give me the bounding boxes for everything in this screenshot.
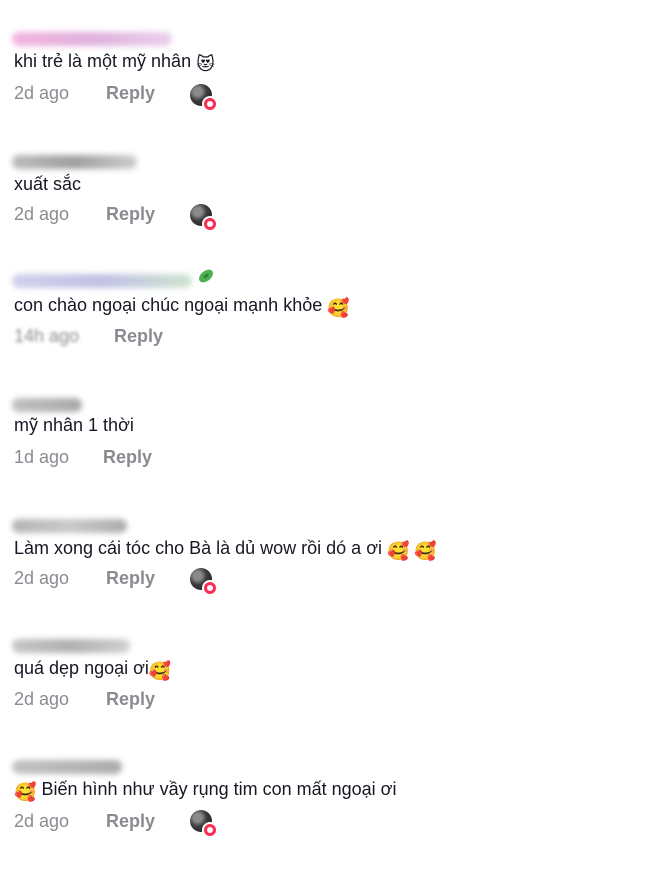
comment-item: con chào ngoại chúc ngoại mạnh khỏe 🥰 14…: [0, 269, 660, 395]
comment-text: quá dẹp ngoại ơi🥰: [14, 657, 171, 682]
comment-meta: 1d ago Reply: [14, 446, 614, 470]
comment-meta: 2d ago Reply: [14, 567, 614, 591]
reply-button[interactable]: Reply: [106, 203, 155, 225]
comment-text: Làm xong cái tóc cho Bà là dủ wow rồi dó…: [14, 537, 437, 562]
comment-meta: 2d ago Reply: [14, 688, 614, 712]
username-blurred[interactable]: [12, 274, 192, 288]
comment-text: con chào ngoại chúc ngoại mạnh khỏe 🥰: [14, 294, 350, 319]
username-blurred[interactable]: [12, 32, 172, 46]
comment-text: 🥰 Biến hình như vầy rụng tim con mất ngo…: [14, 778, 396, 803]
reply-button[interactable]: Reply: [106, 688, 155, 710]
heart-icon: [202, 96, 218, 112]
username-blurred[interactable]: [12, 760, 122, 774]
comment-meta: 2d ago Reply: [14, 203, 614, 227]
comment-text: xuất sắc: [14, 173, 81, 195]
username-blurred[interactable]: [12, 639, 130, 653]
comment-body: xuất sắc: [14, 174, 82, 194]
comment-time: 2d ago: [14, 568, 70, 588]
comment-body: quá dẹp ngoại ơi: [14, 658, 149, 678]
smiling-face-with-hearts-emoji-icon: 🥰 🥰: [387, 541, 437, 561]
smiling-face-with-hearts-emoji-icon: 🥰: [148, 661, 172, 681]
heart-icon: [202, 822, 218, 838]
comment-meta: 14h ago Reply: [14, 325, 614, 349]
comment-body: Biến hình như vầy rụng tim con mất ngoại…: [41, 779, 397, 799]
comment-item: quá dẹp ngoại ơi🥰 2d ago Reply: [0, 639, 660, 760]
comment-item: xuất sắc 2d ago Reply: [0, 155, 660, 276]
cat-heart-eyes-emoji-icon: 😻: [196, 54, 215, 74]
comment-body: khi trẻ là một mỹ nhân: [14, 51, 192, 71]
reply-button[interactable]: Reply: [106, 567, 155, 589]
heart-icon: [202, 580, 218, 596]
author-liked-avatar-icon: [190, 84, 218, 112]
comment-time: 2d ago: [14, 204, 70, 224]
comment-time: 14h ago: [14, 326, 80, 346]
comment-item: khi trẻ là một mỹ nhân 😻 2d ago Reply: [0, 32, 660, 153]
author-liked-avatar-icon: [190, 810, 218, 838]
comment-item: 🥰 Biến hình như vầy rụng tim con mất ngo…: [0, 760, 660, 881]
comment-item: mỹ nhân 1 thời 1d ago Reply: [0, 398, 660, 519]
comment-time: 2d ago: [14, 811, 70, 831]
smiling-face-with-hearts-emoji-icon: 🥰: [327, 298, 350, 318]
heart-icon: [202, 216, 218, 232]
comment-text: mỹ nhân 1 thời: [14, 414, 134, 436]
reply-button[interactable]: Reply: [106, 810, 155, 832]
comment-item: Làm xong cái tóc cho Bà là dủ wow rồi dó…: [0, 519, 660, 640]
comment-time: 2d ago: [14, 689, 70, 709]
author-liked-avatar-icon: [190, 568, 218, 596]
comment-time: 1d ago: [14, 447, 70, 467]
username-blurred[interactable]: [12, 398, 82, 412]
username-blurred[interactable]: [12, 155, 137, 169]
comment-meta: 2d ago Reply: [14, 810, 614, 834]
reply-button[interactable]: Reply: [106, 82, 155, 104]
smiling-face-with-hearts-emoji-icon: 🥰: [14, 782, 37, 802]
comment-meta: 2d ago Reply: [14, 82, 614, 106]
reply-button[interactable]: Reply: [103, 446, 152, 468]
comment-text: khi trẻ là một mỹ nhân 😻: [14, 50, 215, 75]
author-liked-avatar-icon: [190, 204, 218, 232]
comment-body: con chào ngoại chúc ngoại mạnh khỏe: [14, 295, 323, 315]
comment-body: Làm xong cái tóc cho Bà là dủ wow rồi dó…: [14, 538, 382, 558]
username-blurred[interactable]: [12, 519, 127, 533]
comment-body: mỹ nhân 1 thời: [14, 415, 134, 435]
comment-time: 2d ago: [14, 83, 70, 103]
reply-button[interactable]: Reply: [114, 325, 163, 347]
green-leaf-emoji-icon: [196, 266, 216, 286]
